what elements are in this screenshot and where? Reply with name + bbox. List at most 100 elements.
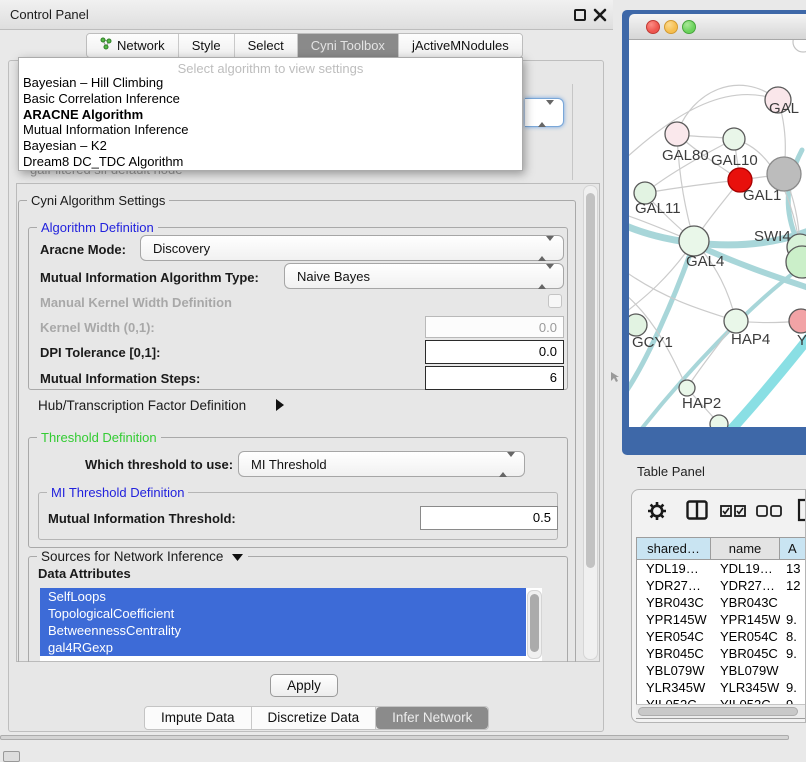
settings-scrollbar-thumb[interactable]: [586, 193, 595, 568]
column-header-shared-name[interactable]: shared…: [637, 538, 711, 559]
data-attributes-list: SelfLoops TopologicalCoefficient Between…: [40, 588, 542, 661]
node-label: SWI4: [754, 228, 791, 245]
column-layout-icon[interactable]: [686, 500, 708, 525]
node-label: GAL: [769, 100, 799, 117]
mi-threshold-field[interactable]: 0.5: [420, 506, 558, 530]
deselect-all-icon[interactable]: [756, 504, 782, 522]
node-gray: [767, 157, 801, 191]
tab-jactivemnodules[interactable]: jActiveMNodules: [399, 34, 522, 57]
dock-panel-icon[interactable]: [3, 751, 20, 762]
algorithm-option[interactable]: Dream8 DC_TDC Algorithm: [19, 154, 522, 170]
close-icon[interactable]: [593, 8, 607, 22]
node-table: shared… name A YDL19… YDL19… 13 YDR27… Y…: [636, 537, 806, 719]
expand-right-icon[interactable]: [275, 398, 285, 415]
algorithm-dropdown-list: Select algorithm to view settings Bayesi…: [18, 57, 523, 171]
select-all-checked-icon[interactable]: [720, 504, 746, 522]
table-row[interactable]: YBL079W YBL079W: [637, 662, 806, 679]
kernel-width-label: Kernel Width (0,1):: [40, 320, 155, 335]
which-threshold-label: Which threshold to use:: [85, 457, 233, 472]
node-hap2: [679, 380, 695, 396]
attribute-item-selected[interactable]: TopologicalCoefficient: [40, 605, 526, 622]
mac-minimize-icon[interactable]: [664, 20, 678, 34]
node-label: GAL4: [686, 253, 724, 270]
mac-zoom-icon[interactable]: [682, 20, 696, 34]
bottom-tab-bar: Impute Data Discretize Data Infer Networ…: [144, 706, 489, 730]
dpi-tolerance-field[interactable]: 0.0: [425, 340, 564, 364]
node-gcy1: [629, 314, 647, 336]
attribute-item-selected[interactable]: SelfLoops: [40, 588, 526, 605]
inference-algorithm-combobox-fragment[interactable]: [525, 98, 564, 127]
mac-close-icon[interactable]: [646, 20, 660, 34]
which-threshold-combobox[interactable]: MI Threshold: [238, 451, 525, 477]
tab-style[interactable]: Style: [179, 34, 235, 57]
attributes-scrollbar[interactable]: [527, 590, 542, 659]
combo-stepper-icon: [499, 457, 515, 472]
control-panel-titlebar: Control Panel: [0, 0, 613, 30]
attributes-scrollbar-thumb[interactable]: [530, 594, 539, 652]
table-row[interactable]: YBR043C YBR043C: [637, 594, 806, 611]
algorithm-option-selected[interactable]: ARACNE Algorithm: [19, 107, 522, 123]
table-row[interactable]: YLR345W YLR345W 9.: [637, 679, 806, 696]
horizontal-divider[interactable]: [0, 735, 789, 740]
node-gal10: [723, 128, 745, 150]
splitter-cursor: [610, 370, 620, 382]
tab-infer-network[interactable]: Infer Network: [376, 707, 488, 729]
node-pink-right: [789, 309, 806, 333]
mi-algorithm-type-label: Mutual Information Algorithm Type:: [40, 270, 259, 285]
column-header-partial[interactable]: A: [780, 538, 806, 559]
mi-threshold-label: Mutual Information Threshold:: [48, 511, 236, 526]
hidden-group-border: [540, 183, 598, 184]
hub-definition-toggle[interactable]: Hub/Transcription Factor Definition: [38, 398, 246, 413]
combo-stepper-icon: [538, 105, 554, 123]
table-horizontal-scrollbar[interactable]: [636, 704, 806, 718]
manual-kernel-width-checkbox[interactable]: [548, 294, 562, 308]
kernel-width-field[interactable]: 0.0: [425, 316, 564, 338]
node-label: GAL11: [635, 200, 681, 217]
float-window-icon[interactable]: [574, 9, 586, 21]
node-gal80: [665, 122, 689, 146]
algorithm-option[interactable]: Bayesian – Hill Climbing: [19, 75, 522, 91]
network-view-window: GAL GAL80 GAL10 GAL1 GAL11 SWI4 GAL4 GCY…: [622, 10, 806, 455]
collapse-down-icon[interactable]: [231, 550, 244, 565]
data-attributes-label: Data Attributes: [38, 566, 131, 581]
tab-discretize-data[interactable]: Discretize Data: [252, 707, 377, 729]
node-label: GAL10: [711, 152, 758, 169]
tab-impute-data[interactable]: Impute Data: [145, 707, 252, 729]
table-row[interactable]: YPR145W YPR145W 9.: [637, 611, 806, 628]
node-label: HAP2: [682, 395, 721, 412]
combo-stepper-icon: [538, 269, 554, 284]
table-row[interactable]: YER054C YER054C 8.: [637, 628, 806, 645]
attribute-item-selected[interactable]: BetweennessCentrality: [40, 622, 526, 639]
network-window-titlebar[interactable]: [629, 14, 806, 40]
mi-steps-field[interactable]: 6: [425, 366, 564, 390]
group-title: Algorithm Definition: [37, 220, 158, 235]
attribute-item-selected[interactable]: gal4RGexp: [40, 639, 526, 656]
settings-scrollbar[interactable]: [583, 185, 598, 660]
table-row[interactable]: YBR045C YBR045C 9.: [637, 645, 806, 662]
table-panel-title: Table Panel: [637, 464, 705, 479]
mi-algorithm-type-combobox[interactable]: Naive Bayes: [284, 263, 564, 289]
mi-steps-label: Mutual Information Steps:: [40, 371, 200, 386]
tab-cyni-toolbox[interactable]: Cyni Toolbox: [298, 34, 399, 57]
document-icon[interactable]: [797, 498, 806, 527]
table-scrollbar-thumb[interactable]: [638, 707, 798, 716]
node-label: HAP4: [731, 331, 770, 348]
algorithm-option[interactable]: Basic Correlation Inference: [19, 91, 522, 107]
table-row[interactable]: YDR27… YDR27… 12: [637, 577, 806, 594]
hidden-group-border-v: [572, 84, 573, 180]
group-title: Cyni Algorithm Settings: [27, 193, 169, 208]
aracne-mode-combobox[interactable]: Discovery: [140, 235, 564, 261]
algorithm-option[interactable]: Bayesian – K2: [19, 138, 522, 154]
apply-button[interactable]: Apply: [270, 674, 338, 697]
column-header-name[interactable]: name: [711, 538, 780, 559]
tab-select[interactable]: Select: [235, 34, 298, 57]
algorithm-option[interactable]: Mutual Information Inference: [19, 122, 522, 138]
network-canvas[interactable]: GAL GAL80 GAL10 GAL1 GAL11 SWI4 GAL4 GCY…: [629, 40, 806, 427]
tab-network[interactable]: Network: [87, 34, 179, 57]
combo-stepper-icon: [538, 241, 554, 256]
group-title: MI Threshold Definition: [47, 485, 188, 500]
table-header-row: shared… name A: [637, 538, 806, 560]
gear-icon[interactable]: [646, 500, 668, 527]
table-row[interactable]: YDL19… YDL19… 13: [637, 560, 806, 577]
dropdown-placeholder: Select algorithm to view settings: [19, 58, 522, 75]
